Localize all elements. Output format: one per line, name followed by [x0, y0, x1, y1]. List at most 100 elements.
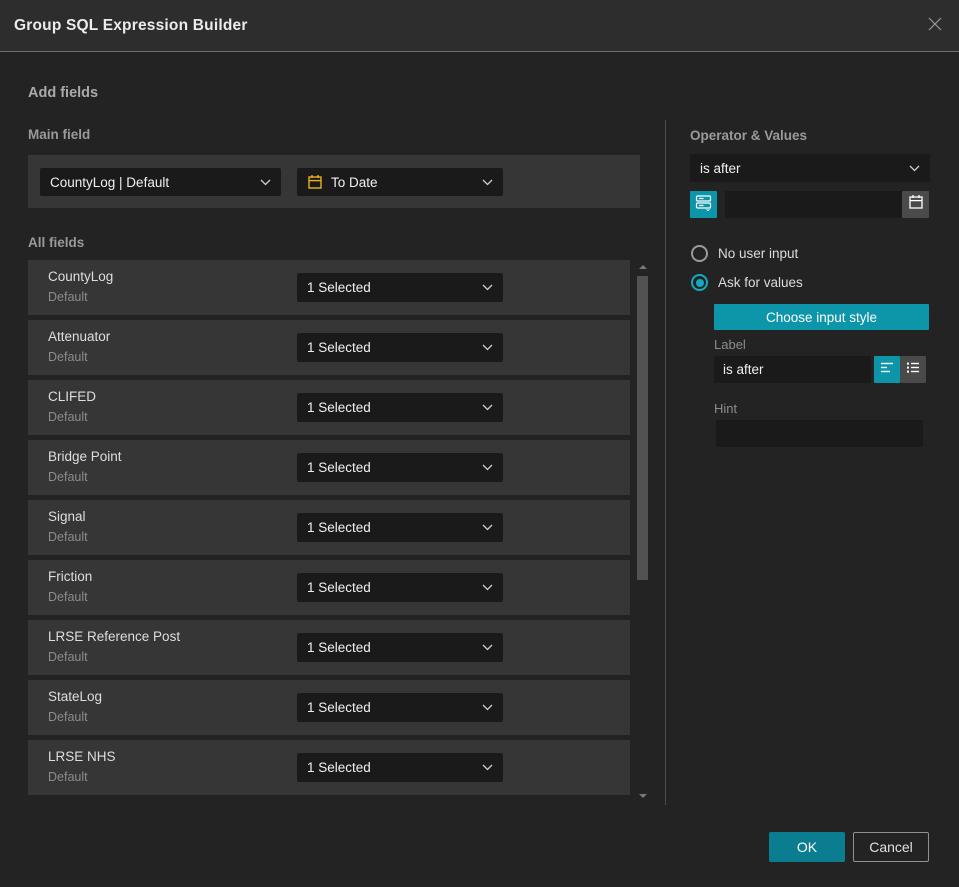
all-fields-list: CountyLog Default 1 Selected Attenuator …: [28, 260, 630, 800]
chevron-down-icon: [482, 179, 493, 186]
ok-button[interactable]: OK: [769, 832, 845, 862]
operator-dropdown-value: is after: [700, 160, 741, 176]
chevron-down-icon: [482, 584, 493, 591]
chevron-down-icon: [909, 165, 920, 172]
chevron-down-icon: [482, 284, 493, 291]
field-subtitle: Default: [48, 710, 88, 724]
align-left-icon: [880, 361, 895, 379]
hint-input[interactable]: [716, 420, 923, 447]
field-selected-dropdown[interactable]: 1 Selected: [297, 633, 503, 662]
scroll-up-arrow-icon[interactable]: [639, 265, 647, 269]
field-selected-dropdown[interactable]: 1 Selected: [297, 513, 503, 542]
chevron-down-icon: [482, 404, 493, 411]
field-subtitle: Default: [48, 350, 88, 364]
radio-no-user-input[interactable]: No user input: [691, 245, 798, 262]
field-row: LRSE Reference Post Default 1 Selected: [28, 620, 630, 675]
field-subtitle: Default: [48, 290, 88, 304]
all-fields-label: All fields: [28, 235, 85, 250]
list-style-button[interactable]: [900, 356, 926, 383]
field-subtitle: Default: [48, 470, 88, 484]
field-row: Attenuator Default 1 Selected: [28, 320, 630, 375]
main-field-label: Main field: [28, 127, 91, 142]
radio-ask-for-values[interactable]: Ask for values: [691, 274, 803, 291]
close-button[interactable]: [923, 14, 947, 38]
radio-selected-icon: [691, 274, 708, 291]
field-selected-dropdown[interactable]: 1 Selected: [297, 693, 503, 722]
dialog-title: Group SQL Expression Builder: [14, 17, 248, 34]
field-row: Signal Default 1 Selected: [28, 500, 630, 555]
set-from-values-button[interactable]: [690, 191, 717, 218]
scroll-down-arrow-icon[interactable]: [639, 794, 647, 798]
group-sql-expression-builder-dialog: Group SQL Expression Builder Add fields …: [0, 0, 959, 887]
field-selected-value: 1 Selected: [307, 460, 371, 475]
field-row: CLIFED Default 1 Selected: [28, 380, 630, 435]
chevron-down-icon: [260, 179, 271, 186]
field-name: Attenuator: [48, 329, 111, 344]
field-name: Signal: [48, 509, 86, 524]
cancel-button[interactable]: Cancel: [853, 832, 929, 862]
chevron-down-icon: [482, 524, 493, 531]
calendar-icon: [908, 194, 924, 215]
date-type-dropdown[interactable]: To Date: [297, 168, 503, 196]
field-selected-dropdown[interactable]: 1 Selected: [297, 753, 503, 782]
field-selected-value: 1 Selected: [307, 520, 371, 535]
field-name: StateLog: [48, 689, 103, 704]
chevron-down-icon: [482, 644, 493, 651]
field-row: LRSE NHS Default 1 Selected: [28, 740, 630, 795]
operator-dropdown[interactable]: is after: [690, 154, 930, 182]
field-selected-value: 1 Selected: [307, 400, 371, 415]
stacked-rows-icon: [695, 194, 712, 216]
field-selected-dropdown[interactable]: 1 Selected: [297, 273, 503, 302]
field-name: CountyLog: [48, 269, 114, 284]
field-name: CLIFED: [48, 389, 97, 404]
main-field-dropdown[interactable]: CountyLog | Default: [40, 168, 281, 196]
radio-no-user-input-label: No user input: [718, 246, 799, 261]
bulleted-list-icon: [906, 361, 921, 379]
chevron-down-icon: [482, 764, 493, 771]
field-subtitle: Default: [48, 650, 88, 664]
radio-ask-for-values-label: Ask for values: [718, 275, 803, 290]
field-row: Friction Default 1 Selected: [28, 560, 630, 615]
field-subtitle: Default: [48, 590, 88, 604]
field-selected-value: 1 Selected: [307, 580, 371, 595]
label-input[interactable]: [714, 356, 871, 383]
field-name: LRSE NHS: [48, 749, 116, 764]
field-selected-value: 1 Selected: [307, 340, 371, 355]
vertical-divider: [665, 120, 666, 805]
field-name: LRSE Reference Post: [48, 629, 181, 644]
field-selected-dropdown[interactable]: 1 Selected: [297, 333, 503, 362]
field-name: Bridge Point: [48, 449, 122, 464]
main-field-panel: CountyLog | Default To Date: [28, 155, 640, 208]
field-selected-dropdown[interactable]: 1 Selected: [297, 453, 503, 482]
field-subtitle: Default: [48, 770, 88, 784]
field-row: CountyLog Default 1 Selected: [28, 260, 630, 315]
field-selected-value: 1 Selected: [307, 640, 371, 655]
calendar-icon: [307, 174, 323, 190]
operator-values-label: Operator & Values: [690, 128, 808, 143]
field-selected-value: 1 Selected: [307, 280, 371, 295]
chevron-down-icon: [482, 704, 493, 711]
add-fields-heading: Add fields: [28, 85, 99, 101]
field-selected-dropdown[interactable]: 1 Selected: [297, 573, 503, 602]
value-input[interactable]: [725, 191, 902, 218]
list-scrollbar[interactable]: [636, 260, 650, 800]
field-selected-value: 1 Selected: [307, 700, 371, 715]
calendar-picker-button[interactable]: [902, 191, 929, 218]
dialog-header: Group SQL Expression Builder: [0, 0, 959, 52]
label-field-label: Label: [714, 337, 746, 352]
close-icon: [926, 15, 944, 38]
field-subtitle: Default: [48, 410, 88, 424]
chevron-down-icon: [482, 464, 493, 471]
chevron-down-icon: [482, 344, 493, 351]
main-field-dropdown-value: CountyLog | Default: [50, 174, 170, 190]
field-selected-value: 1 Selected: [307, 760, 371, 775]
date-type-dropdown-value: To Date: [331, 174, 378, 190]
field-name: Friction: [48, 569, 93, 584]
single-line-style-button[interactable]: [874, 356, 900, 383]
hint-field-label: Hint: [714, 401, 738, 416]
field-selected-dropdown[interactable]: 1 Selected: [297, 393, 503, 422]
field-row: Bridge Point Default 1 Selected: [28, 440, 630, 495]
choose-input-style-button[interactable]: Choose input style: [714, 304, 929, 330]
field-row: StateLog Default 1 Selected: [28, 680, 630, 735]
scrollbar-thumb[interactable]: [637, 276, 648, 580]
